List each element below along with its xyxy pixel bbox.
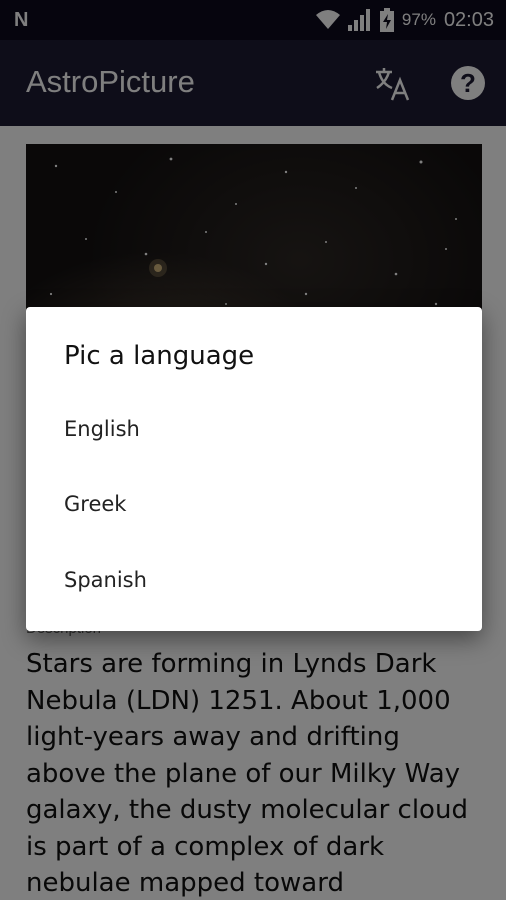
language-option-label: Greek bbox=[64, 492, 127, 516]
language-option-label: English bbox=[64, 417, 140, 441]
language-option-spanish[interactable]: Spanish bbox=[26, 546, 482, 618]
language-option-greek[interactable]: Greek bbox=[26, 470, 482, 542]
language-option-english[interactable]: English bbox=[26, 395, 482, 467]
language-dialog: Pic a language English Greek Spanish bbox=[26, 307, 482, 631]
dialog-title: Pic a language bbox=[64, 341, 255, 371]
language-option-label: Spanish bbox=[64, 568, 147, 592]
